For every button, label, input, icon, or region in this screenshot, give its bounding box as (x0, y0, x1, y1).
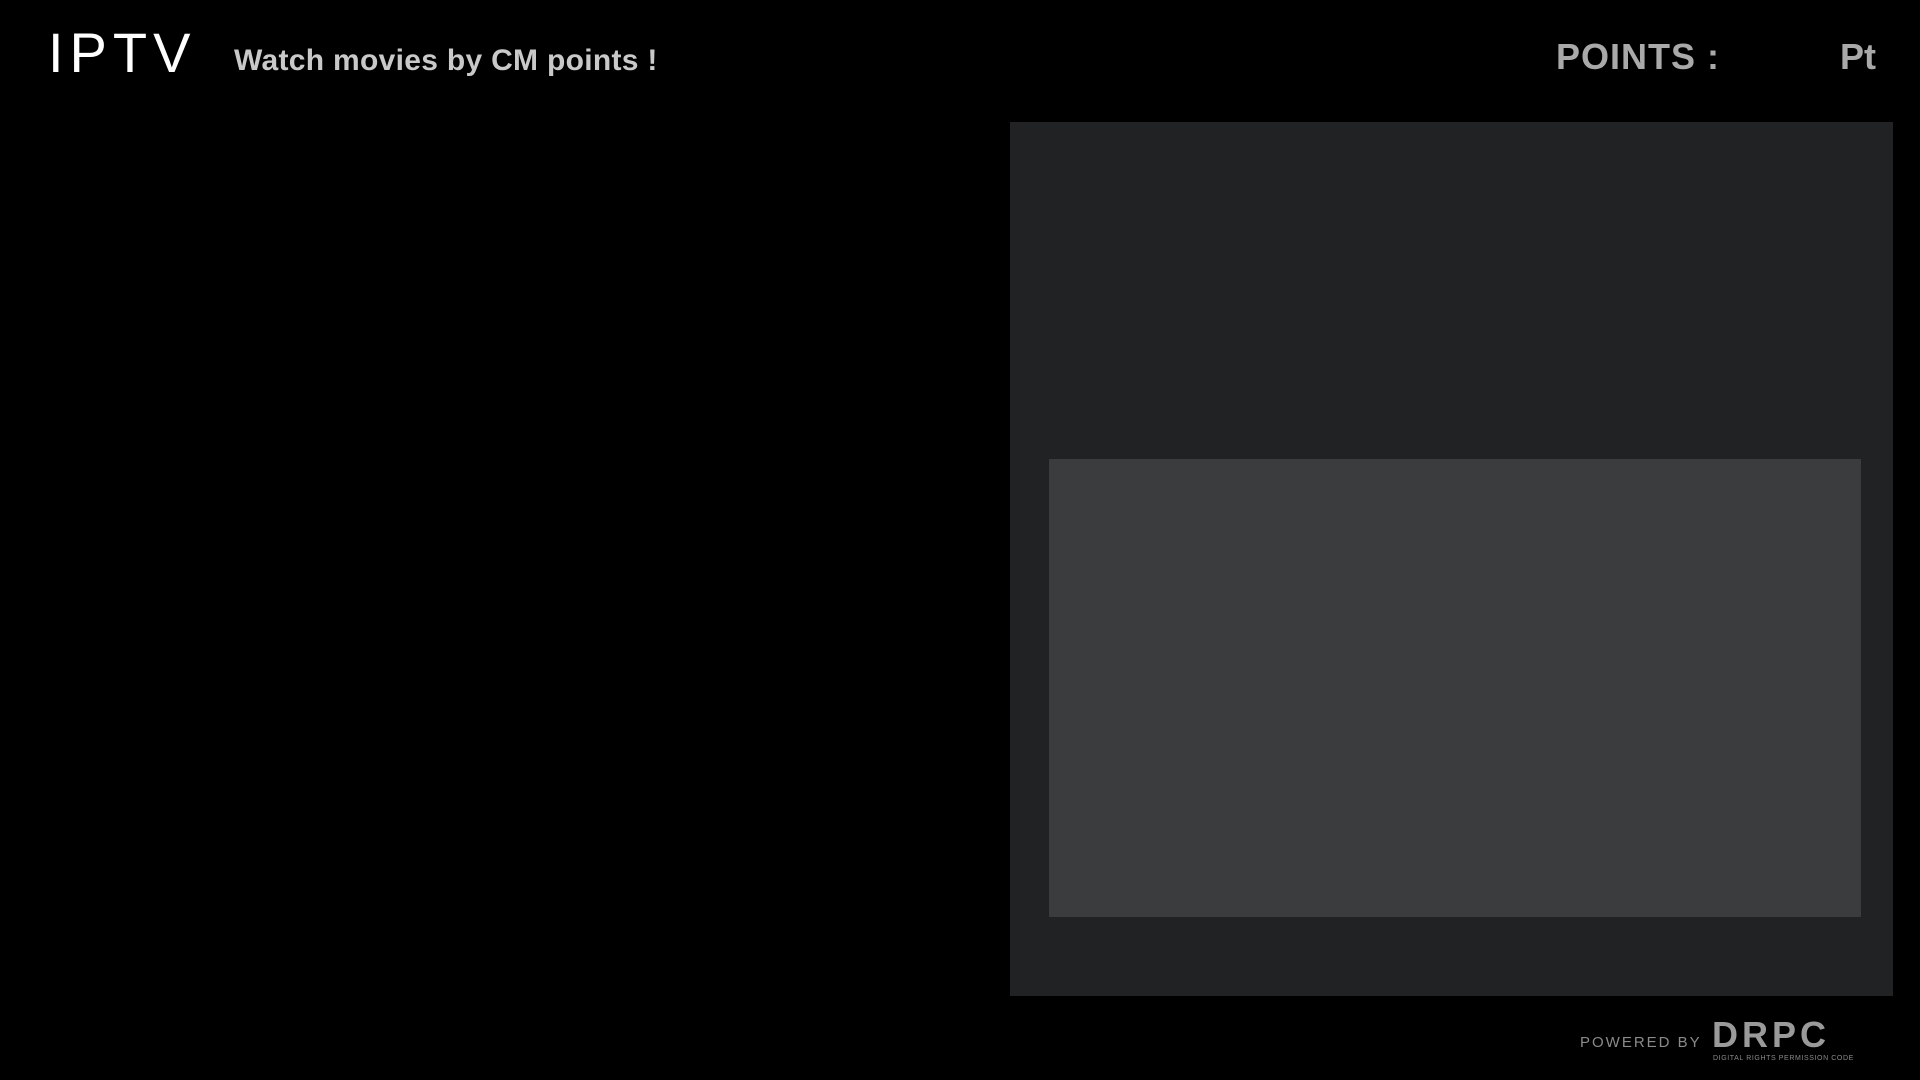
tagline: Watch movies by CM points ! (234, 44, 658, 77)
movie-preview-area[interactable] (1049, 459, 1861, 917)
powered-by-label: POWERED BY (1580, 1034, 1702, 1051)
movie-list-area (0, 122, 1000, 996)
iptv-logo: IPTV (48, 28, 196, 78)
drpc-logo: DRPC DIGITAL RIGHTS PERMISSION CODE (1712, 1017, 1854, 1062)
svg-text:IPTV: IPTV (48, 28, 196, 78)
svg-text:DRPC: DRPC (1712, 1017, 1830, 1055)
movie-info-area (1050, 152, 1853, 452)
points-unit: Pt (1840, 36, 1876, 77)
movie-detail-panel (1010, 122, 1893, 996)
points-label: POINTS : (1556, 36, 1721, 77)
iptv-app: IPTV Watch movies by CM points ! POINTS … (0, 0, 1920, 1080)
svg-text:DIGITAL RIGHTS PERMISSION CODE: DIGITAL RIGHTS PERMISSION CODE (1713, 1055, 1854, 1062)
